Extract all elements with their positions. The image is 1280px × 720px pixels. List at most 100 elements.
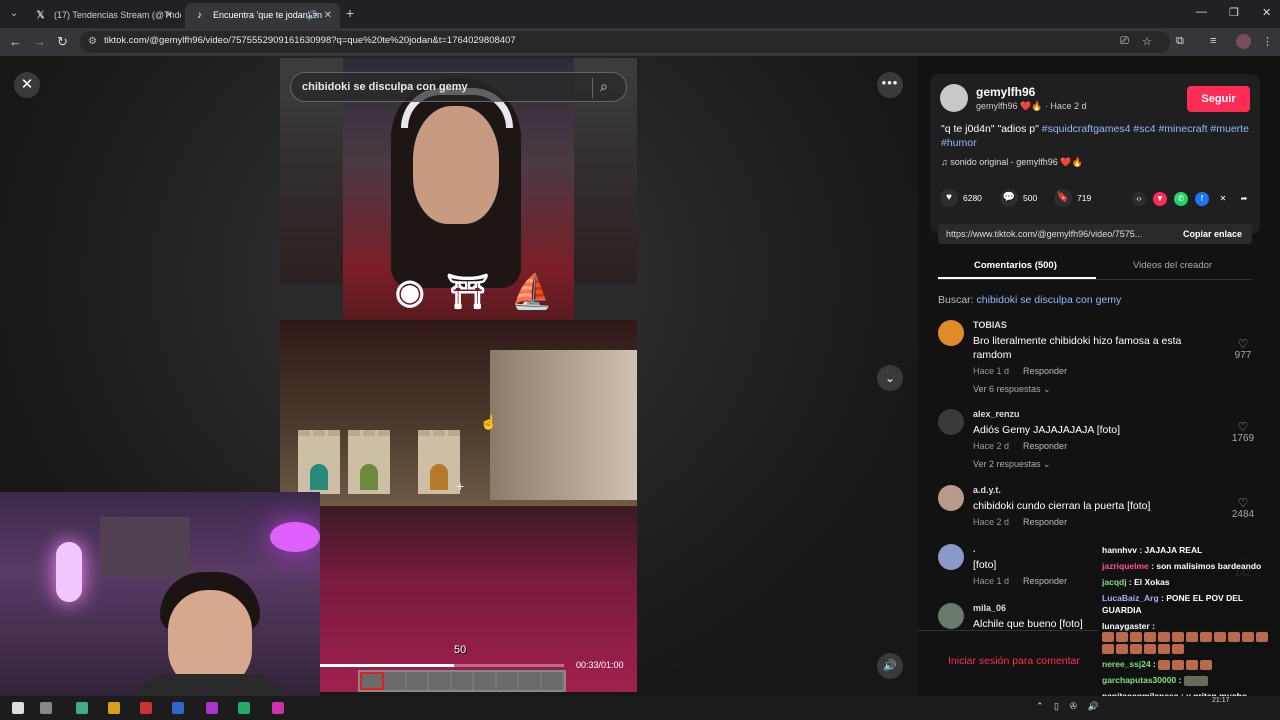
video-player[interactable]: ◉ ⛩ ⛵ + ☝ 50 (280, 58, 637, 692)
close-video-button[interactable]: ✕ (14, 72, 40, 98)
restore-icon[interactable]: ❐ (1229, 6, 1239, 19)
search-query[interactable]: chibidoki se disculpa con gemy (302, 81, 468, 93)
volume-button[interactable]: 🔊 (877, 653, 903, 679)
more-options-button[interactable]: ••• (877, 72, 903, 98)
menu-kebab-icon[interactable]: ⋮ (1262, 35, 1273, 48)
post-description: "q te j0d4n" "adios p" #squidcraftgames4… (941, 122, 1253, 150)
bookmark-star-icon[interactable]: ☆ (1142, 35, 1152, 48)
app-icon[interactable] (172, 702, 184, 714)
tab-comments[interactable]: Comentarios (500) (974, 260, 1057, 271)
reply-button[interactable]: Responder (1023, 576, 1067, 586)
app-icon[interactable] (206, 702, 218, 714)
next-video-button[interactable]: ⌄ (877, 365, 903, 391)
comment-icon[interactable]: 💬 (1000, 189, 1018, 207)
app-icon[interactable] (238, 702, 250, 714)
repost-icon[interactable]: ▼ (1153, 192, 1167, 206)
commenter-avatar[interactable] (938, 409, 964, 435)
tab-x[interactable]: 𝕏 (17) Tendencias Stream (@Tnde ✕ (26, 3, 181, 28)
commenter-username[interactable]: mila_06 (973, 603, 1006, 613)
app-icon[interactable] (272, 702, 284, 714)
new-tab-button[interactable]: + (346, 5, 354, 21)
commenter-avatar[interactable] (938, 544, 964, 570)
minimize-icon[interactable]: — (1196, 6, 1207, 18)
speaker-icon[interactable]: 🔊 (307, 3, 318, 28)
like-action[interactable]: ♥ 6280 (940, 189, 982, 207)
share-link-box[interactable]: https://www.tiktok.com/@gemylfh96/video/… (938, 224, 1252, 244)
chat-username[interactable]: LucaBaiz_Arg (1102, 593, 1159, 603)
x-share-icon[interactable]: ✕ (1216, 192, 1230, 206)
reply-button[interactable]: Responder (1023, 517, 1067, 527)
app-icon[interactable] (140, 702, 152, 714)
tab-search-button[interactable]: ⌄ (6, 6, 22, 22)
chat-username[interactable]: garchaputas30000 (1102, 675, 1176, 685)
comment-like[interactable]: ♡ 1769 (1228, 421, 1258, 444)
tab-tiktok[interactable]: ♪ Encuentra 'que te jodan' en 🔊 ✕ (185, 3, 340, 28)
reply-button[interactable]: Responder (1023, 441, 1067, 451)
address-bar[interactable]: ⚙ tiktok.com/@gemylfh96/video/7575552909… (80, 31, 1170, 53)
chat-username[interactable]: jacqdj (1102, 577, 1127, 587)
emote-icon (1144, 632, 1156, 642)
media-controls-icon[interactable]: ≡ (1210, 35, 1216, 47)
forward-icon[interactable]: → (33, 34, 46, 50)
reload-icon[interactable]: ↻ (57, 34, 68, 50)
bookmark-icon[interactable]: 🔖 (1054, 189, 1072, 207)
commenter-username[interactable]: alex_renzu (973, 409, 1020, 419)
author-username[interactable]: gemylfh96 (976, 85, 1035, 99)
chat-username[interactable]: neree_ssj24 (1102, 659, 1151, 669)
search-icon[interactable] (40, 702, 52, 714)
author-avatar[interactable] (940, 84, 968, 112)
video-progress-bar[interactable] (320, 664, 564, 667)
commenter-username[interactable]: a.d.y.t. (973, 485, 1001, 495)
search-query-link[interactable]: chibidoki se disculpa con gemy (977, 294, 1122, 306)
close-tab-icon[interactable]: ✕ (324, 3, 332, 28)
heart-icon[interactable]: ♥ (940, 189, 958, 207)
comment-like[interactable]: ♡ 977 (1228, 338, 1258, 361)
door-shape (310, 464, 328, 490)
install-app-icon[interactable]: ⎚ (1120, 35, 1129, 48)
reply-button[interactable]: Responder (1023, 366, 1067, 376)
chrome-icon[interactable] (108, 702, 120, 714)
commenter-avatar[interactable] (938, 603, 964, 629)
comment-action[interactable]: 💬 500 (1000, 189, 1037, 207)
share-arrow-icon[interactable]: ➦ (1237, 192, 1251, 206)
emote-icon (1172, 644, 1184, 654)
commenter-username[interactable]: . (973, 544, 976, 554)
chat-message: neree_ssj24 : (1102, 658, 1276, 670)
tab-creator-videos[interactable]: Videos del creador (1133, 260, 1212, 271)
embed-icon[interactable]: ‹› (1132, 192, 1146, 206)
site-info-icon[interactable]: ⚙ (88, 36, 97, 47)
save-action[interactable]: 🔖 719 (1054, 189, 1091, 207)
view-replies-button[interactable]: Ver 6 respuestas ⌄ (973, 384, 1051, 395)
windows-icon[interactable] (12, 702, 24, 714)
profile-avatar[interactable] (1236, 34, 1251, 49)
share-link[interactable]: https://www.tiktok.com/@gemylfh96/video/… (946, 229, 1142, 239)
system-tray[interactable]: ⌃ ▯ ✇ 🔊 (1036, 701, 1103, 712)
back-icon[interactable]: ← (9, 34, 22, 50)
copy-link-button[interactable]: Copiar enlace (1183, 229, 1242, 239)
chat-username[interactable]: hannhvv (1102, 545, 1137, 555)
follow-button[interactable]: Seguir (1187, 86, 1250, 112)
video-search-bar[interactable]: chibidoki se disculpa con gemy ⌕ (290, 72, 627, 102)
app-icon[interactable] (76, 702, 88, 714)
heart-outline-icon[interactable]: ♡ (1228, 497, 1258, 509)
close-tab-icon[interactable]: ✕ (165, 3, 173, 28)
active-tab-indicator (938, 277, 1096, 279)
chat-username[interactable]: jazriquelme (1102, 561, 1149, 571)
facebook-icon[interactable]: f (1195, 192, 1209, 206)
extensions-icon[interactable]: ⧉ (1176, 35, 1184, 48)
commenter-avatar[interactable] (938, 320, 964, 346)
view-replies-button[interactable]: Ver 2 respuestas ⌄ (973, 459, 1051, 470)
commenter-username[interactable]: TOBIAS (973, 320, 1007, 330)
whatsapp-icon[interactable]: ✆ (1174, 192, 1188, 206)
heart-outline-icon[interactable]: ♡ (1228, 338, 1258, 350)
login-to-comment-link[interactable]: Iniciar sesión para comentar (948, 655, 1080, 667)
close-window-icon[interactable]: ✕ (1262, 6, 1271, 19)
commenter-avatar[interactable] (938, 485, 964, 511)
author-subline: gemylfh96 ❤️🔥 · Hace 2 d (976, 101, 1087, 111)
comment-like[interactable]: ♡ 2484 (1228, 497, 1258, 520)
chat-username[interactable]: lunaygaster (1102, 621, 1150, 631)
url-text[interactable]: tiktok.com/@gemylfh96/video/757555290916… (104, 35, 516, 46)
search-icon[interactable]: ⌕ (600, 78, 608, 95)
sound-link[interactable]: ♫ sonido original - gemylfh96 ❤️🔥 (941, 157, 1083, 168)
heart-outline-icon[interactable]: ♡ (1228, 421, 1258, 433)
